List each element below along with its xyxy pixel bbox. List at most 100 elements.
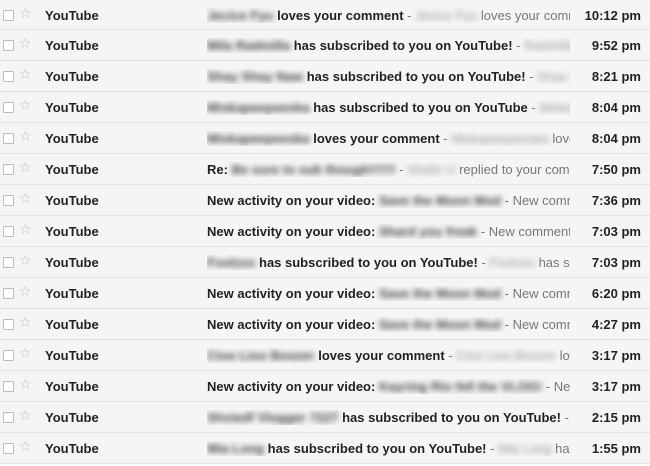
email-row[interactable]: ☆ YouTube Foolzzo has subscribed to you on… (0, 247, 650, 278)
email-list: ☆ YouTube Jecice Fyu loves your comment - … (0, 0, 650, 466)
email-row[interactable]: ☆ YouTube Miskapeepeeska loves your commen… (0, 123, 650, 154)
snippet-separator: - (512, 38, 525, 53)
email-time: 1:55 pm (591, 441, 641, 456)
redacted-text: Radmilla (524, 38, 570, 53)
email-snippet: replied to your comment on (459, 162, 570, 177)
checkbox-icon[interactable] (3, 257, 14, 268)
star-icon[interactable]: ☆ (19, 36, 32, 53)
email-subject: New activity on your video: Shard you fr… (207, 224, 570, 239)
checkbox-icon[interactable] (3, 288, 14, 299)
redacted-text: Foolzzo (489, 255, 535, 270)
redacted-text: Miskapeepeeska (207, 131, 310, 146)
email-time: 7:03 pm (591, 255, 641, 270)
email-row[interactable]: ☆ YouTube Mia Long has subscribed to you o… (0, 433, 650, 464)
snippet-separator: - (501, 317, 513, 332)
email-subject: Cioo Lioo Boozer loves your comment - Ci… (207, 348, 570, 363)
star-icon[interactable]: ☆ (19, 6, 32, 23)
email-sender: YouTube (45, 317, 99, 332)
checkbox-icon[interactable] (3, 71, 14, 82)
snippet-separator: - (477, 255, 490, 270)
email-row[interactable]: ☆ YouTube Mila Radmilla has subscribed to … (0, 30, 650, 61)
checkbox-icon[interactable] (3, 10, 14, 21)
email-snippet: loves your (552, 131, 570, 146)
checkbox-icon[interactable] (3, 102, 14, 113)
subject-text: New activity on your video: (207, 193, 379, 208)
email-time: 8:04 pm (591, 131, 641, 146)
checkbox-icon[interactable] (3, 40, 14, 51)
checkbox-icon[interactable] (3, 226, 14, 237)
email-snippet: New comment on your (512, 317, 570, 332)
snippet-separator: - (501, 193, 513, 208)
redacted-text: Miskapeepee (539, 100, 570, 115)
email-row[interactable]: ☆ YouTube New activity on your video: Save… (0, 185, 650, 216)
email-subject: New activity on your video: Save the Moo… (207, 286, 570, 301)
email-snippet: loves your (559, 348, 570, 363)
email-time: 7:50 pm (591, 162, 641, 177)
email-sender: YouTube (45, 38, 99, 53)
email-row[interactable]: ☆ YouTube Shviedf Vlogger 7227 has subscri… (0, 402, 650, 433)
star-icon[interactable]: ☆ (19, 98, 32, 115)
email-subject: New activity on your video: Kayring Rio … (207, 379, 570, 394)
email-sender: YouTube (45, 286, 99, 301)
checkbox-icon[interactable] (3, 319, 14, 330)
checkbox-icon[interactable] (3, 195, 14, 206)
snippet-separator: - (444, 348, 457, 363)
star-icon[interactable]: ☆ (19, 377, 32, 394)
email-sender: YouTube (45, 193, 99, 208)
email-row[interactable]: ☆ YouTube Miskapeepeeska has subscribed to… (0, 92, 650, 123)
email-time: 3:17 pm (591, 379, 641, 394)
email-row[interactable]: ☆ YouTube New activity on your video: Save… (0, 278, 650, 309)
checkbox-icon[interactable] (3, 350, 14, 361)
snippet-separator: - (403, 8, 416, 23)
subject-text: has subscribed to you on YouTube! (290, 38, 513, 53)
snippet-separator: - (439, 131, 452, 146)
star-icon[interactable]: ☆ (19, 67, 32, 84)
email-row[interactable]: ☆ YouTube New activity on your video: Kayr… (0, 371, 650, 402)
redacted-text: Foolzzo (207, 255, 256, 270)
star-icon[interactable]: ☆ (19, 253, 32, 270)
redacted-text: Miskapeepeeska (207, 100, 310, 115)
star-icon[interactable]: ☆ (19, 439, 32, 456)
email-time: 2:15 pm (591, 410, 641, 425)
subject-text: New activity on your video: (207, 224, 379, 239)
email-row[interactable]: ☆ YouTube Shay Shay Naw has subscribed to … (0, 61, 650, 92)
star-icon[interactable]: ☆ (19, 408, 32, 425)
star-icon[interactable]: ☆ (19, 129, 32, 146)
subject-text: New activity on your video: (207, 317, 379, 332)
subject-text: has subscribed to you on YouTube! (338, 410, 561, 425)
star-icon[interactable]: ☆ (19, 284, 32, 301)
checkbox-icon[interactable] (3, 381, 14, 392)
snippet-separator: - (486, 441, 499, 456)
redacted-text: Cioo Lioo Boozer (456, 348, 556, 363)
redacted-text: Shay Shay Sh (537, 69, 570, 84)
email-row[interactable]: ☆ YouTube New activity on your video: Shar… (0, 216, 650, 247)
email-sender: YouTube (45, 410, 99, 425)
email-subject: New activity on your video: Save the Moo… (207, 193, 570, 208)
star-icon[interactable]: ☆ (19, 315, 32, 332)
email-time: 3:17 pm (591, 348, 641, 363)
subject-text: New activity on your video: (207, 379, 379, 394)
email-row[interactable]: ☆ YouTube Jecice Fyu loves your comment - … (0, 0, 650, 30)
checkbox-icon[interactable] (3, 412, 14, 423)
email-snippet: New comm (553, 379, 570, 394)
checkbox-icon[interactable] (3, 443, 14, 454)
star-icon[interactable]: ☆ (19, 160, 32, 177)
redacted-text: Save the Moon Mod (378, 317, 501, 332)
email-row[interactable]: ☆ YouTube New activity on your video: Save… (0, 309, 650, 340)
redacted-text: Cioo Lioo Boozer (207, 348, 315, 363)
subject-text: has subscribed to you on YouTube! (264, 441, 487, 456)
email-row[interactable]: ☆ YouTube Re: Be sure to sub though!!!!!! … (0, 154, 650, 185)
email-snippet: loves your comment (480, 8, 570, 23)
email-time: 9:52 pm (591, 38, 641, 53)
checkbox-icon[interactable] (3, 164, 14, 175)
email-sender: YouTube (45, 162, 99, 177)
checkbox-icon[interactable] (3, 133, 14, 144)
snippet-separator: - (395, 162, 408, 177)
star-icon[interactable]: ☆ (19, 346, 32, 363)
email-row[interactable]: ☆ YouTube Cioo Lioo Boozer loves your comm… (0, 340, 650, 371)
redacted-text: Save the Moon Mod (378, 286, 501, 301)
star-icon[interactable]: ☆ (19, 222, 32, 239)
star-icon[interactable]: ☆ (19, 191, 32, 208)
subject-text: loves your comment (273, 8, 404, 23)
snippet-separator: - (564, 410, 569, 425)
